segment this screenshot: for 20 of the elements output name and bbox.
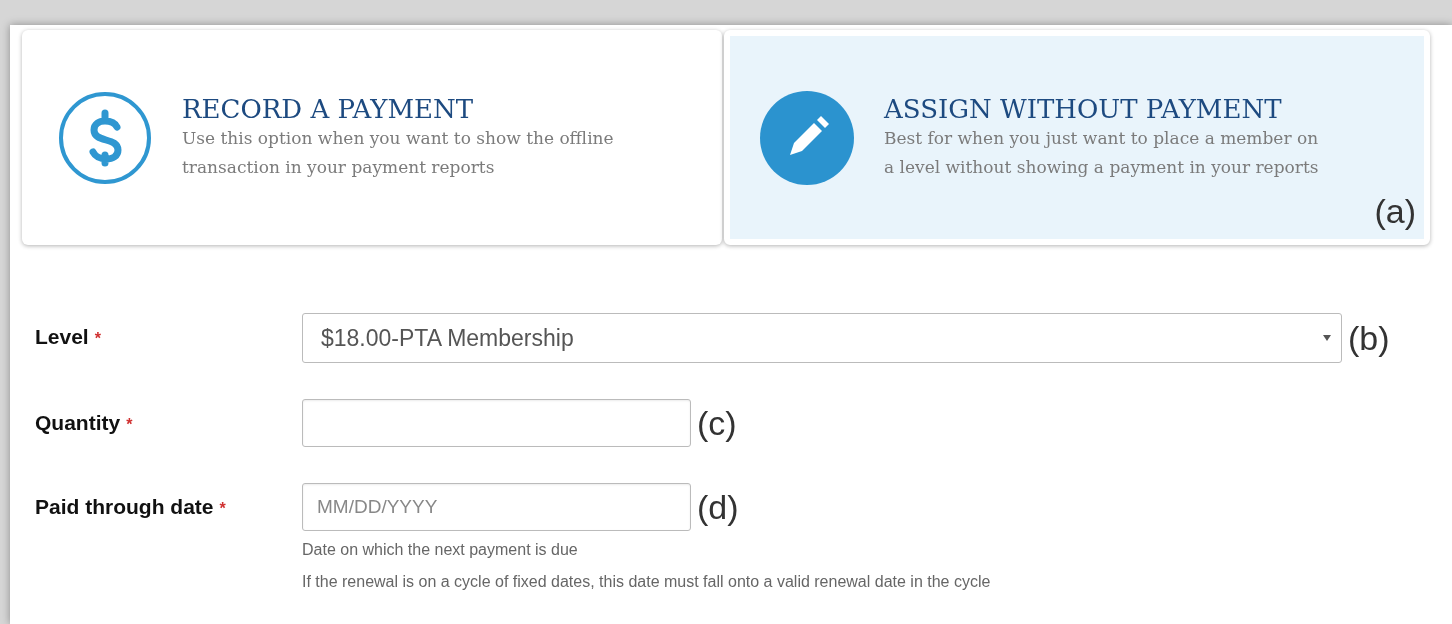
annotation-label: (a) [1374,192,1416,231]
annotation-label: (b) [1348,318,1390,358]
help-text: Date on which the next payment is due [302,541,579,559]
annotation-label: (d) [697,487,739,527]
dollar-icon [58,90,152,185]
option-title: ASSIGN WITHOUT PAYMENT [884,93,1283,124]
pencil-icon [760,90,854,185]
input-field[interactable] [302,399,691,447]
input-field[interactable]: MM/DD/YYYY [302,483,691,531]
annotation-label: (c) [697,403,737,443]
option-card[interactable]: RECORD A PAYMENT Use this option when you want to show the offline transaction in your payment reports [22,30,722,245]
field-label: Level * [35,324,102,349]
option-description: Best for when you just want to place a member on a level without showing a payment in your reports [884,126,1320,179]
field-label: Quantity * [35,410,134,435]
help-text: If the renewal is on a cycle of fixed dates, this date must fall onto a valid renewal date in the cycle [302,573,992,591]
option-description: Use this option when you want to show the offline transaction in your payment reports [182,126,615,179]
caret-icon [1323,335,1331,341]
option-title: RECORD A PAYMENT [182,93,475,124]
level-select[interactable]: $18.00-PTA Membership [302,313,1342,363]
field-label: Paid through date * [35,494,227,519]
